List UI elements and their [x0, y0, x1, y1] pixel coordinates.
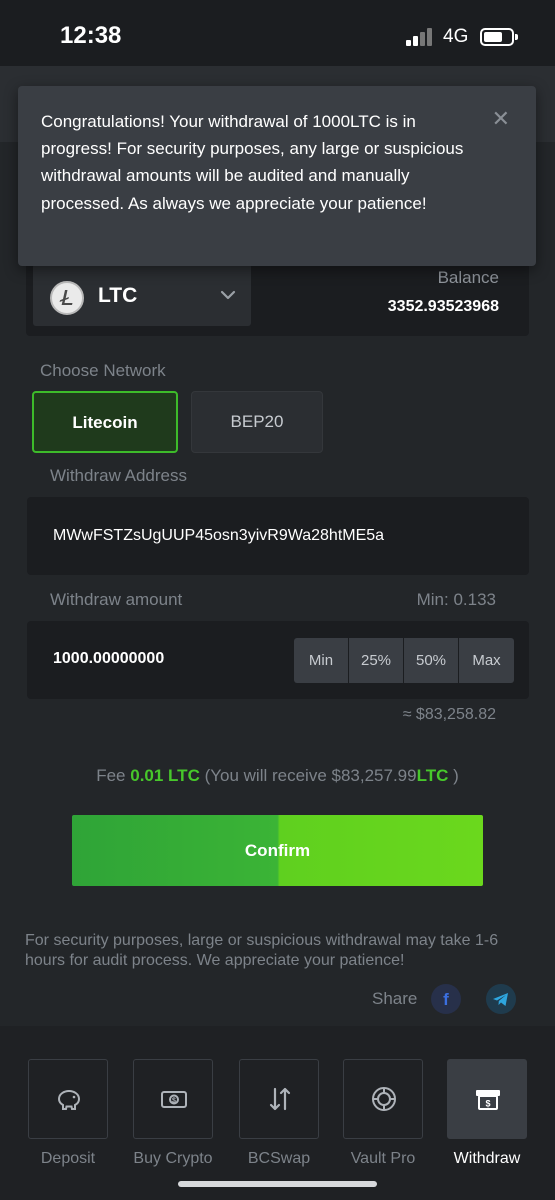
status-time: 12:38	[60, 22, 122, 49]
cash-icon: $	[161, 1091, 187, 1108]
network-label: Choose Network	[40, 361, 166, 380]
amount-25-button[interactable]: 25%	[349, 638, 403, 683]
amount-value[interactable]: 1000.00000000	[53, 650, 164, 668]
litecoin-icon	[50, 281, 84, 315]
nav-deposit-button[interactable]	[28, 1059, 108, 1139]
svg-text:$: $	[485, 1099, 490, 1109]
network-option-bep20[interactable]: BEP20	[191, 391, 323, 453]
fee-suffix: )	[448, 766, 459, 785]
network-option-litecoin[interactable]: Litecoin	[32, 391, 178, 453]
amount-max-button[interactable]: Max	[459, 638, 514, 683]
share-label: Share	[372, 989, 418, 1008]
balance-label: Balance	[437, 268, 499, 287]
toast-message: Congratulations! Your withdrawal of 1000…	[41, 112, 464, 213]
usd-estimate: ≈ $83,258.82	[402, 706, 496, 723]
balance-value: 3352.93523968	[387, 298, 499, 315]
security-notice: For security purposes, large or suspicio…	[25, 932, 499, 969]
fee-amount: 0.01 LTC	[130, 766, 200, 785]
home-indicator[interactable]	[178, 1181, 377, 1187]
close-icon[interactable]: ✕	[492, 108, 510, 130]
fee-text: Fee 0.01 LTC (You will receive $83,257.9…	[0, 766, 555, 786]
amount-label: Withdraw amount	[50, 590, 183, 609]
network-type: 4G	[443, 26, 469, 47]
battery-icon	[480, 28, 518, 46]
svg-text:$: $	[172, 1098, 176, 1105]
nav-withdraw-label[interactable]: Withdraw	[432, 1150, 542, 1168]
nav-vault-pro-label[interactable]: Vault Pro	[328, 1150, 438, 1168]
telegram-icon[interactable]	[486, 984, 516, 1014]
nav-bcswap-button[interactable]	[239, 1059, 319, 1139]
nav-bcswap-label[interactable]: BCSwap	[224, 1150, 334, 1168]
vault-icon	[372, 1087, 396, 1111]
confirm-button[interactable]: Confirm	[72, 815, 483, 886]
signal-icon	[406, 28, 434, 46]
fee-currency: LTC	[416, 766, 449, 785]
min-amount-text: Min: 0.133	[416, 590, 496, 609]
coin-symbol[interactable]: LTC	[98, 284, 137, 308]
svg-text:f: f	[443, 990, 449, 1009]
withdraw-icon: $	[476, 1090, 500, 1110]
amount-min-button[interactable]: Min	[294, 638, 348, 683]
nav-buy-crypto-button[interactable]: $	[133, 1059, 213, 1139]
fee-receive: (You will receive $83,257.99	[199, 766, 417, 785]
fee-prefix: Fee	[96, 766, 131, 785]
chevron-down-icon[interactable]	[218, 285, 238, 305]
withdrawal-toast: Congratulations! Your withdrawal of 1000…	[18, 86, 536, 266]
nav-vault-pro-button[interactable]	[343, 1059, 423, 1139]
nav-withdraw-button[interactable]: $	[447, 1059, 527, 1139]
amount-50-button[interactable]: 50%	[404, 638, 458, 683]
address-value[interactable]: MWwFSTZsUgUUP45osn3yivR9Wa28htME5a	[53, 527, 384, 545]
nav-buy-crypto-label[interactable]: Buy Crypto	[118, 1150, 228, 1168]
piggy-bank-icon	[57, 1089, 81, 1110]
nav-deposit-label[interactable]: Deposit	[13, 1150, 123, 1168]
swap-icon	[269, 1087, 291, 1111]
address-label: Withdraw Address	[50, 466, 187, 485]
facebook-icon[interactable]: f	[431, 984, 461, 1014]
